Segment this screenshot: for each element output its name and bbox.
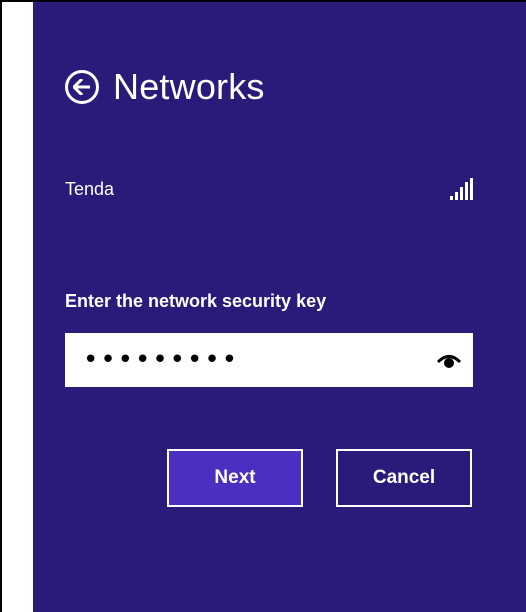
network-name: Tenda bbox=[65, 178, 115, 199]
header: Networks bbox=[65, 66, 265, 108]
back-arrow-icon bbox=[73, 79, 90, 95]
security-key-input[interactable] bbox=[81, 344, 437, 376]
next-button[interactable]: Next bbox=[167, 449, 303, 507]
eye-icon[interactable] bbox=[437, 350, 461, 370]
wifi-signal-icon bbox=[450, 178, 473, 200]
back-button[interactable] bbox=[65, 70, 99, 104]
cancel-button[interactable]: Cancel bbox=[336, 449, 472, 507]
page-title: Networks bbox=[113, 66, 265, 107]
network-item[interactable]: Tenda bbox=[65, 174, 473, 204]
security-key-field[interactable] bbox=[65, 333, 473, 387]
security-key-label: Enter the network security key bbox=[65, 291, 327, 311]
network-connect-panel: Networks Tenda Enter the network securit… bbox=[33, 2, 526, 612]
